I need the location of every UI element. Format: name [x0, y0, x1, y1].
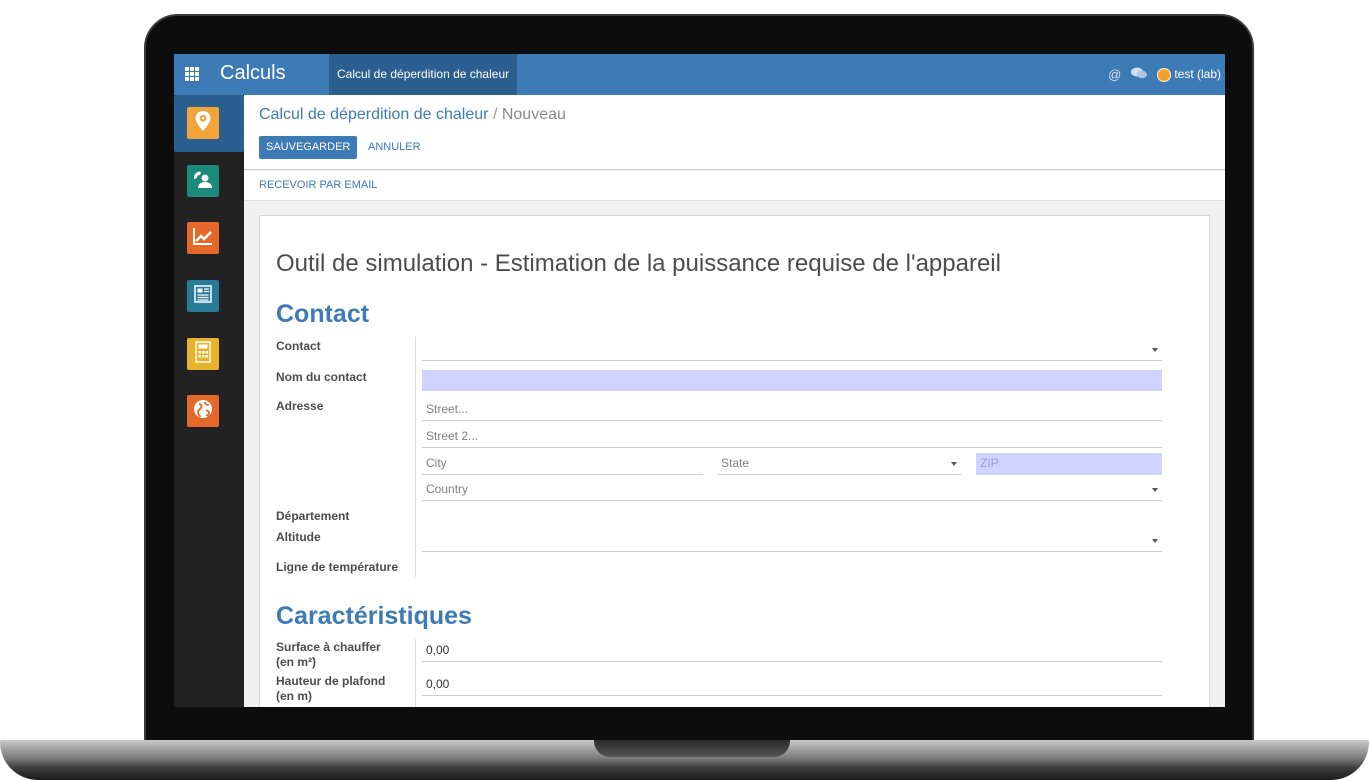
breadcrumb-separator: / [492, 106, 498, 123]
cancel-button[interactable]: ANNULER [368, 136, 421, 159]
form-sheet: Outil de simulation - Estimation de la p… [259, 215, 1210, 707]
address-label: Adresse [276, 399, 324, 413]
chevron-down-icon[interactable] [1152, 539, 1158, 543]
sidebar-item-heat-calc[interactable] [187, 107, 219, 139]
city-input[interactable]: City [422, 453, 703, 475]
at-icon[interactable]: @ [1108, 67, 1121, 82]
chat-icon[interactable] [1131, 67, 1148, 82]
surface-label-line1: Surface à chauffer [276, 640, 381, 654]
contact-name-label: Nom du contact [276, 370, 367, 384]
breadcrumb: Calcul de déperdition de chaleur / Nouve… [259, 106, 566, 124]
control-panel: Calcul de déperdition de chaleur / Nouve… [244, 95, 1225, 170]
state-placeholder: State [721, 456, 750, 470]
sidebar-item-reporting[interactable] [187, 222, 219, 254]
navbar-systray: @ test (lab) [1108, 54, 1225, 95]
department-label: Département [276, 509, 350, 523]
contact-name-input[interactable] [422, 370, 1162, 391]
label-divider [415, 337, 416, 577]
main-content: Calcul de déperdition de chaleur / Nouve… [244, 95, 1225, 707]
state-select[interactable]: State [717, 453, 961, 475]
calculator-icon [194, 340, 212, 368]
menu-tab-heat-loss[interactable]: Calcul de déperdition de chaleur [329, 54, 518, 95]
chevron-down-icon[interactable] [1152, 348, 1158, 352]
section-contact-heading: Contact [276, 300, 370, 328]
zip-placeholder: ZIP [980, 456, 999, 470]
contact-select[interactable] [422, 339, 1162, 361]
chevron-down-icon[interactable] [1152, 488, 1158, 492]
surface-input[interactable]: 0,00 [422, 640, 1162, 662]
send-by-email-button[interactable]: RECEVOIR PAR EMAIL [259, 179, 377, 191]
street2-placeholder: Street 2... [426, 429, 479, 443]
apps-icon[interactable] [185, 67, 199, 81]
top-navbar: Calculs Calcul de déperdition de chaleur… [174, 54, 1225, 95]
surface-label: Surface à chauffer (en m²) [276, 640, 381, 670]
contacts-icon [192, 168, 214, 195]
map-pin-settings-icon [194, 110, 212, 137]
save-button[interactable]: SAUVEGARDER [259, 136, 358, 159]
breadcrumb-current: Nouveau [501, 106, 566, 123]
contact-label: Contact [276, 339, 321, 353]
street-placeholder: Street... [426, 402, 469, 416]
country-select[interactable]: Country [422, 479, 1162, 501]
breadcrumb-parent[interactable]: Calcul de déperdition de chaleur [259, 106, 488, 123]
sidebar-item-calculator[interactable] [187, 338, 219, 370]
user-name: test (lab) [1174, 67, 1221, 82]
altitude-select[interactable] [422, 530, 1162, 552]
zip-input[interactable]: ZIP [976, 453, 1162, 475]
street2-input[interactable]: Street 2... [422, 426, 1162, 448]
chart-line-icon [192, 226, 214, 251]
app-sidebar [174, 95, 244, 707]
label-divider [415, 639, 416, 707]
surface-label-line2: (en m²) [276, 655, 316, 669]
newspaper-icon [193, 284, 213, 309]
user-avatar-icon [1157, 67, 1172, 82]
surface-value: 0,00 [426, 643, 450, 657]
ceiling-height-value: 0,00 [426, 677, 450, 691]
laptop-notch [594, 740, 790, 757]
chevron-down-icon[interactable] [951, 462, 957, 466]
sidebar-item-documents[interactable] [187, 280, 219, 312]
form-title: Outil de simulation - Estimation de la p… [276, 250, 1001, 277]
section-characteristics-heading: Caractéristiques [276, 602, 472, 630]
country-placeholder: Country [426, 482, 469, 496]
user-menu[interactable]: test (lab) [1157, 67, 1221, 82]
ceiling-height-label-line2: (en m) [276, 689, 312, 703]
street-input[interactable]: Street... [422, 399, 1162, 421]
altitude-label: Altitude [276, 530, 321, 544]
globe-icon [192, 398, 214, 425]
sidebar-item-contacts[interactable] [187, 165, 219, 197]
ceiling-height-input[interactable]: 0,00 [422, 674, 1162, 696]
sidebar-item-website[interactable] [187, 395, 219, 427]
city-placeholder: City [426, 456, 447, 470]
app-brand[interactable]: Calculs [220, 62, 286, 85]
ceiling-height-label-line1: Hauteur de plafond [276, 674, 386, 688]
ceiling-height-label: Hauteur de plafond (en m) [276, 674, 385, 704]
form-statusbar: RECEVOIR PAR EMAIL [244, 171, 1225, 201]
temperature-line-label: Ligne de température [276, 560, 399, 574]
app-screen: Calculs Calcul de déperdition de chaleur… [174, 54, 1225, 707]
